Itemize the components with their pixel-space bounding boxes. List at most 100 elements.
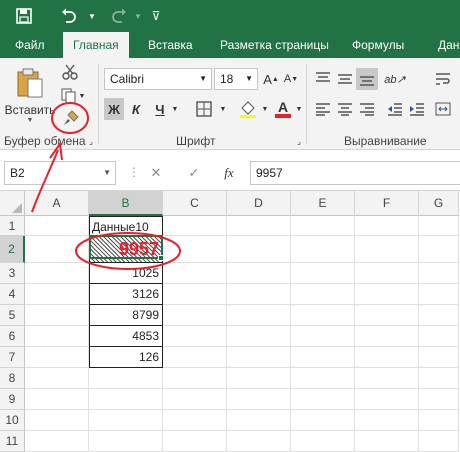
cell-b5[interactable]: 8799 <box>89 305 163 326</box>
tab-page-layout[interactable]: Разметка страницы <box>220 32 329 58</box>
column-header-d[interactable]: D <box>227 191 291 216</box>
cell-b8[interactable] <box>89 368 163 389</box>
chevron-down-icon[interactable]: ▼ <box>294 102 304 116</box>
cell-f2[interactable] <box>355 236 419 263</box>
cell-b9[interactable] <box>89 389 163 410</box>
fill-handle[interactable] <box>158 255 164 261</box>
cell-e1[interactable] <box>291 216 355 236</box>
align-bottom-icon[interactable] <box>356 68 378 90</box>
customize-icon[interactable]: ⊽ <box>146 6 166 26</box>
paste-button[interactable]: Вставить ▼ <box>4 62 56 128</box>
cell-c5[interactable] <box>163 305 227 326</box>
tab-home[interactable]: Главная <box>63 32 129 58</box>
chevron-down-icon[interactable]: ▼ <box>218 102 228 116</box>
cell-d5[interactable] <box>227 305 291 326</box>
row-header-6[interactable]: 6 <box>0 326 25 347</box>
cell-g3[interactable] <box>419 263 459 284</box>
decrease-font-icon[interactable]: A ▼ <box>282 70 300 88</box>
cell-f3[interactable] <box>355 263 419 284</box>
cell-g9[interactable] <box>419 389 459 410</box>
save-icon[interactable] <box>14 6 34 26</box>
align-top-icon[interactable] <box>312 68 334 90</box>
cell-f6[interactable] <box>355 326 419 347</box>
column-header-b[interactable]: B <box>89 191 163 216</box>
cell-c2[interactable] <box>163 236 227 263</box>
cell-b3[interactable]: 1025 <box>89 263 163 284</box>
align-center-icon[interactable] <box>334 98 356 120</box>
cell-d6[interactable] <box>227 326 291 347</box>
cell-a6[interactable] <box>25 326 89 347</box>
cell-e4[interactable] <box>291 284 355 305</box>
cell-g6[interactable] <box>419 326 459 347</box>
cell-d3[interactable] <box>227 263 291 284</box>
cell-g1[interactable] <box>419 216 459 236</box>
tab-insert[interactable]: Вставка <box>148 32 193 58</box>
bold-button[interactable]: Ж <box>104 98 124 120</box>
cell-d4[interactable] <box>227 284 291 305</box>
align-left-icon[interactable] <box>312 98 334 120</box>
cell-a9[interactable] <box>25 389 89 410</box>
cell-d8[interactable] <box>227 368 291 389</box>
undo-icon[interactable] <box>60 6 80 26</box>
cell-f9[interactable] <box>355 389 419 410</box>
cell-f10[interactable] <box>355 410 419 431</box>
font-name-dropdown[interactable]: Calibri ▼ <box>104 68 212 90</box>
increase-font-icon[interactable]: A ▲ <box>262 70 280 88</box>
row-header-10[interactable]: 10 <box>0 410 25 431</box>
cell-f8[interactable] <box>355 368 419 389</box>
cell-g8[interactable] <box>419 368 459 389</box>
cell-d11[interactable] <box>227 431 291 452</box>
row-header-2[interactable]: 2 <box>0 236 25 263</box>
italic-button[interactable]: К <box>126 98 146 120</box>
row-header-7[interactable]: 7 <box>0 347 25 368</box>
name-box[interactable]: B2 ▼ <box>4 161 116 185</box>
cell-a7[interactable] <box>25 347 89 368</box>
borders-button[interactable] <box>192 98 216 120</box>
cell-a11[interactable] <box>25 431 89 452</box>
cell-c7[interactable] <box>163 347 227 368</box>
cell-b10[interactable] <box>89 410 163 431</box>
cell-g5[interactable] <box>419 305 459 326</box>
cell-f7[interactable] <box>355 347 419 368</box>
cell-e9[interactable] <box>291 389 355 410</box>
tab-data[interactable]: Дан <box>438 32 459 58</box>
cell-a3[interactable] <box>25 263 89 284</box>
cell-a1[interactable] <box>25 216 89 236</box>
row-header-9[interactable]: 9 <box>0 389 25 410</box>
cell-d7[interactable] <box>227 347 291 368</box>
cell-c11[interactable] <box>163 431 227 452</box>
cell-a5[interactable] <box>25 305 89 326</box>
tab-formulas[interactable]: Формулы <box>352 32 404 58</box>
column-header-c[interactable]: C <box>163 191 227 216</box>
wrap-text-icon[interactable] <box>432 68 454 90</box>
cell-g11[interactable] <box>419 431 459 452</box>
cell-e6[interactable] <box>291 326 355 347</box>
cut-button[interactable] <box>60 62 80 82</box>
insert-function-icon[interactable]: fx <box>218 163 240 183</box>
cell-c6[interactable] <box>163 326 227 347</box>
cell-e8[interactable] <box>291 368 355 389</box>
cell-c9[interactable] <box>163 389 227 410</box>
select-all-corner[interactable] <box>0 191 25 216</box>
row-header-4[interactable]: 4 <box>0 284 25 305</box>
cell-b4[interactable]: 3126 <box>89 284 163 305</box>
font-color-button[interactable]: A <box>272 98 294 120</box>
merge-cells-icon[interactable] <box>432 98 454 120</box>
cancel-icon[interactable]: ✕ <box>146 163 166 183</box>
column-header-e[interactable]: E <box>291 191 355 216</box>
cell-a2[interactable] <box>25 236 89 263</box>
cell-d2[interactable] <box>227 236 291 263</box>
font-size-dropdown[interactable]: 18 ▼ <box>214 68 258 90</box>
cell-c1[interactable] <box>163 216 227 236</box>
row-header-11[interactable]: 11 <box>0 431 25 452</box>
cell-f4[interactable] <box>355 284 419 305</box>
orientation-icon[interactable]: ab↗ <box>384 68 406 90</box>
cell-f5[interactable] <box>355 305 419 326</box>
cell-e7[interactable] <box>291 347 355 368</box>
cell-g2[interactable] <box>419 236 459 263</box>
cell-b1[interactable]: Данные10 <box>89 216 163 236</box>
row-header-1[interactable]: 1 <box>0 216 25 236</box>
formula-input[interactable]: 9957 <box>250 161 460 185</box>
cell-c4[interactable] <box>163 284 227 305</box>
font-launcher-icon[interactable]: ⌟ <box>294 136 304 146</box>
